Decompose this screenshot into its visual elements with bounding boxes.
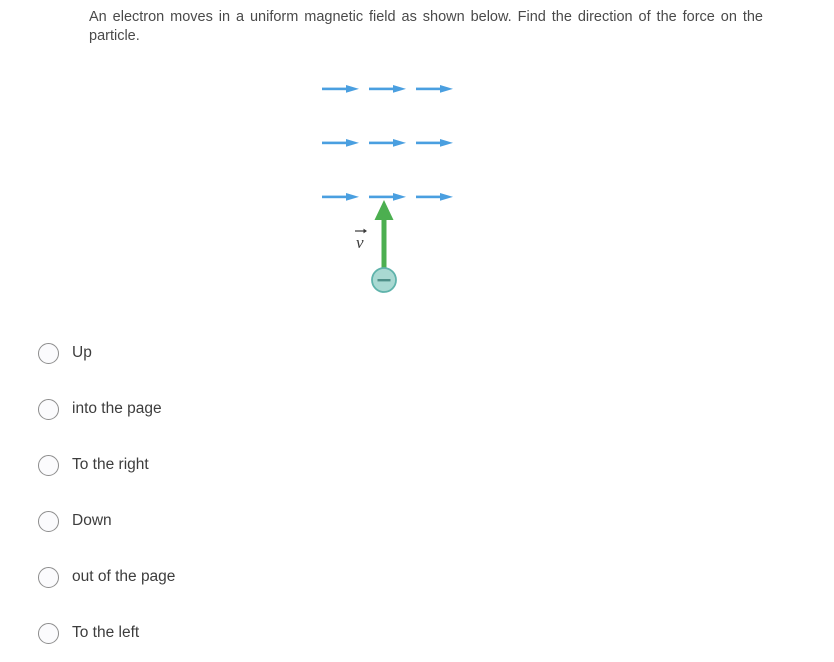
radio-button-up[interactable] [38,342,59,364]
velocity-arrow [374,200,394,274]
field-arrow-row-1 [322,85,453,93]
radio-button-down[interactable] [38,510,59,532]
option-row-into-the-page[interactable]: into the page [38,381,458,437]
option-row-down[interactable]: Down [38,493,458,549]
option-label-up: Up [72,344,92,361]
radio-button-to-the-left[interactable] [38,622,59,644]
electron-particle [371,267,397,293]
field-arrow-row-3 [322,193,453,201]
question-text: An electron moves in a uniform magnetic … [89,9,763,44]
option-label-to-the-left: To the left [72,624,140,641]
answer-options-list: Up into the page To the right Down out o… [38,325,458,661]
radio-button-to-the-right[interactable] [38,454,59,476]
velocity-vector-label: v [355,228,367,252]
svg-text:v: v [356,233,364,252]
option-label-down: Down [72,512,112,529]
question-block: An electron moves in a uniform magnetic … [89,8,763,46]
option-label-out-of-the-page: out of the page [72,568,176,585]
option-row-up[interactable]: Up [38,325,458,381]
option-row-to-the-right[interactable]: To the right [38,437,458,493]
radio-button-out-of-the-page[interactable] [38,566,59,588]
option-row-to-the-left[interactable]: To the left [38,605,458,661]
option-label-into-the-page: into the page [72,400,162,417]
radio-button-into-the-page[interactable] [38,398,59,420]
magnetic-field-electron-diagram: v [300,60,500,310]
field-arrow-row-2 [322,139,453,147]
option-label-to-the-right: To the right [72,456,149,473]
option-row-out-of-the-page[interactable]: out of the page [38,549,458,605]
